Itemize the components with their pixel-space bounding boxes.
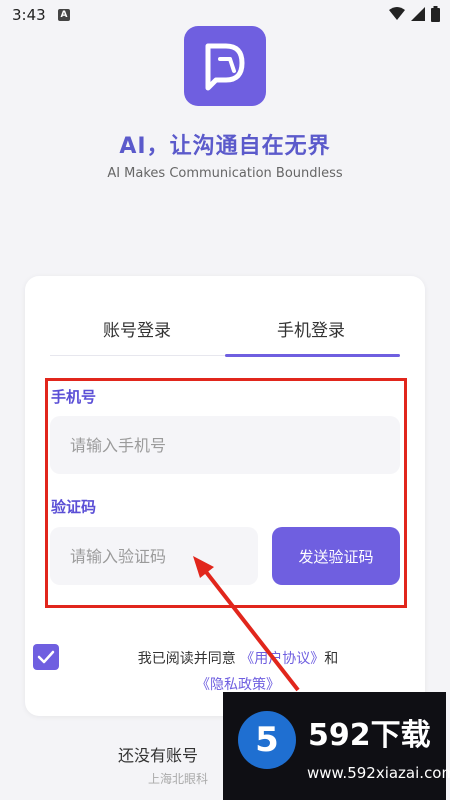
slogan-chinese: AI，让沟通自在无界 xyxy=(119,134,331,159)
logo-icon xyxy=(205,43,245,91)
notification-icon: A xyxy=(58,9,70,21)
agreement-checkbox[interactable] xyxy=(33,644,59,670)
phone-input[interactable] xyxy=(50,416,400,474)
agreement-text: 我已阅读并同意 《用户协议》和 《隐私政策》 xyxy=(73,646,403,698)
watermark-badge: 5 xyxy=(238,711,296,769)
privacy-policy-link[interactable]: 《隐私政策》 xyxy=(196,677,280,693)
agreement-prefix: 我已阅读并同意 xyxy=(137,651,241,667)
status-time: 3:43 xyxy=(12,6,46,24)
signal-icon xyxy=(411,7,425,21)
code-label: 验证码 xyxy=(51,498,97,516)
phone-label: 手机号 xyxy=(51,388,97,406)
login-card: 账号登录 手机登录 手机号 验证码 发送验证码 我已阅读并同意 《用户协议》和 … xyxy=(25,276,425,716)
watermark-title: 592下载 xyxy=(308,718,431,753)
send-code-button[interactable]: 发送验证码 xyxy=(272,527,400,585)
app-logo xyxy=(184,26,266,106)
wifi-icon xyxy=(389,7,405,20)
active-tab-indicator xyxy=(225,354,400,357)
check-icon xyxy=(37,650,55,664)
register-prompt[interactable]: 还没有账号 xyxy=(118,742,198,766)
battery-icon xyxy=(431,6,440,22)
tab-phone-login[interactable]: 手机登录 xyxy=(277,316,345,341)
user-agreement-link[interactable]: 《用户协议》 xyxy=(240,651,324,667)
company-name: 上海北眼科 xyxy=(148,772,209,786)
watermark-url: www.592xiazai.com xyxy=(307,764,450,782)
slogan-english: AI Makes Communication Boundless xyxy=(107,166,343,181)
verification-code-input[interactable] xyxy=(50,527,258,585)
agreement-and: 和 xyxy=(324,651,339,667)
tab-account-login[interactable]: 账号登录 xyxy=(103,316,171,341)
watermark: 5 592下载 www.592xiazai.com xyxy=(223,692,450,800)
status-icons xyxy=(389,6,440,22)
